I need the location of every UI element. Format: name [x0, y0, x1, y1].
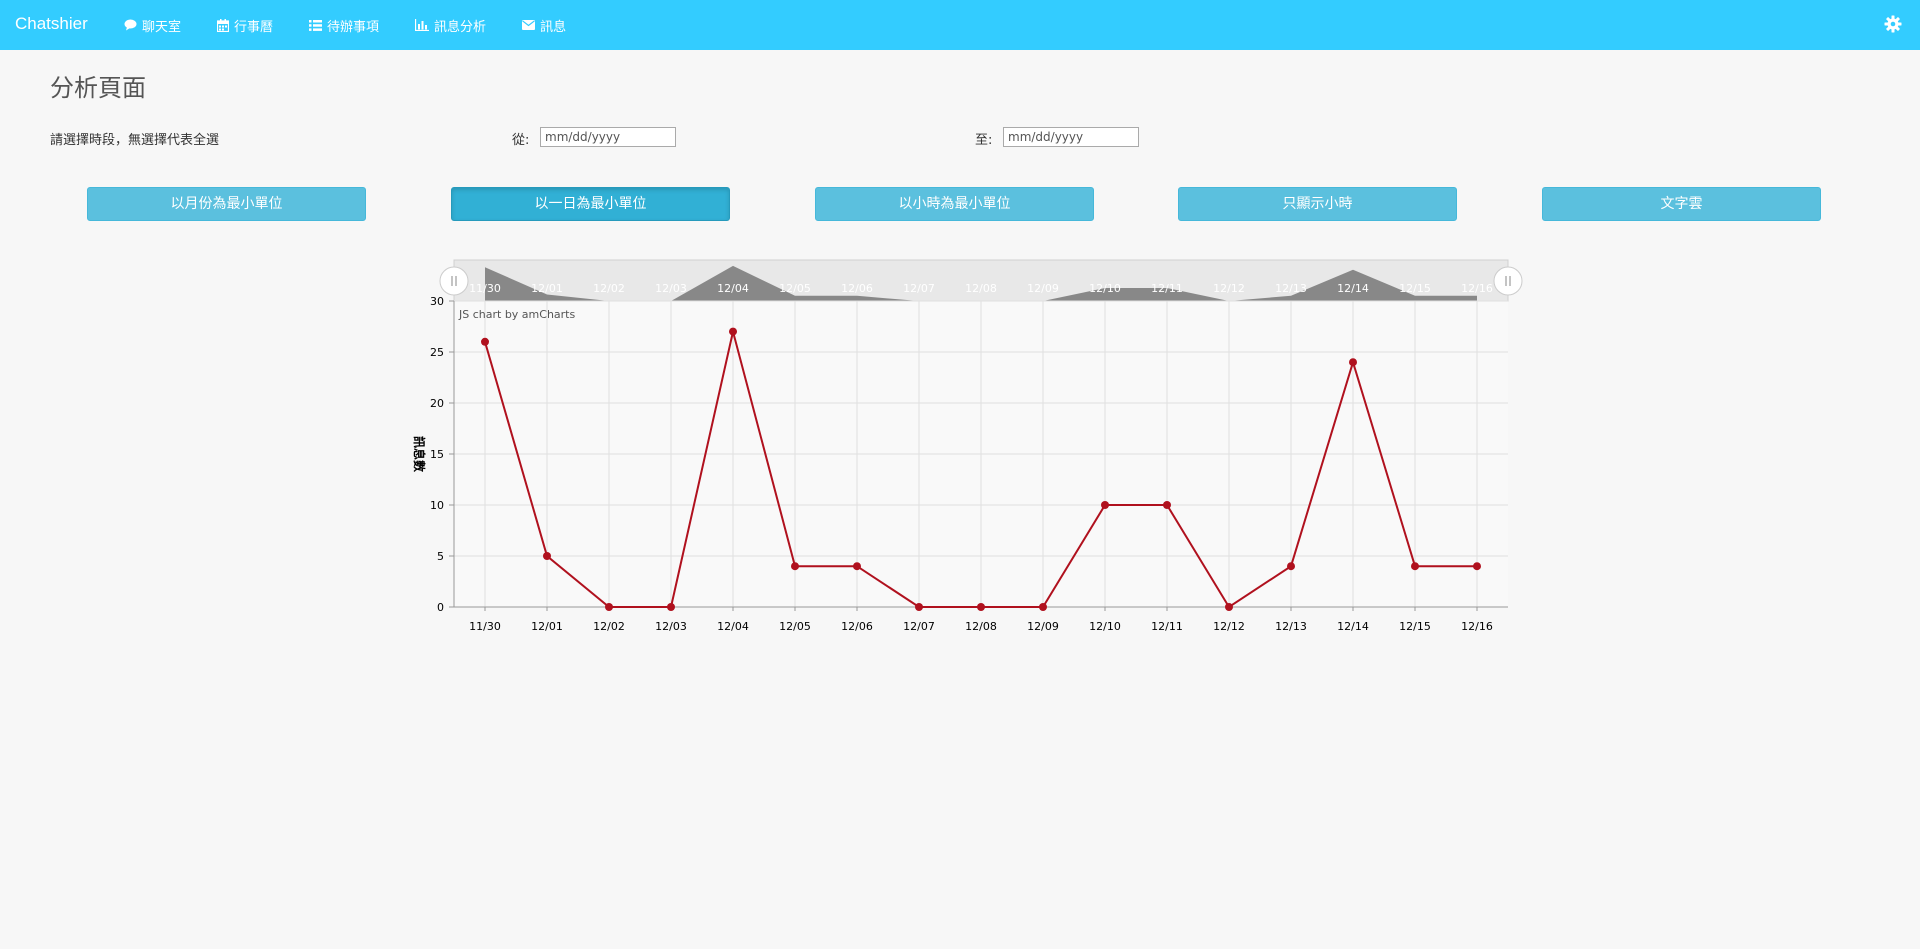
page-title: 分析頁面	[50, 74, 146, 102]
gear-icon	[1884, 15, 1902, 33]
top-navbar: Chatshier 聊天室 行事曆 待辦事項 訊息分析 訊息	[0, 0, 1920, 50]
chart-scrollbar-label: 12/02	[593, 282, 625, 295]
word-cloud-button[interactable]: 文字雲	[1542, 187, 1821, 221]
nav-item-chatroom[interactable]: 聊天室	[124, 16, 181, 35]
chart-y-tick-label: 25	[430, 346, 444, 359]
chart-data-point	[605, 603, 613, 611]
chart-credit: JS chart by amCharts	[458, 308, 575, 321]
bar-chart-icon	[415, 19, 430, 31]
chart-y-axis-title: 訊息數	[412, 436, 427, 472]
scrollbar-grip-left	[439, 266, 469, 296]
chart-data-point	[481, 337, 489, 346]
chart-data-point	[543, 552, 551, 560]
hour-unit-button[interactable]: 以小時為最小單位	[815, 187, 1094, 221]
chart-scrollbar-label: 12/04	[717, 282, 749, 295]
day-unit-button[interactable]: 以一日為最小單位	[451, 187, 730, 221]
nav-menu: 聊天室 行事曆 待辦事項 訊息分析 訊息	[124, 0, 602, 50]
chart-scrollbar-label: 12/05	[779, 282, 811, 295]
chart-scrollbar-label: 11/30	[469, 282, 501, 295]
chart-scrollbar-label: 12/10	[1089, 282, 1121, 295]
chart-x-tick-label: 12/01	[531, 620, 563, 633]
chart-x-tick-label: 12/16	[1461, 620, 1493, 633]
chart-data-point	[1225, 603, 1233, 611]
hours-only-button[interactable]: 只顯示小時	[1178, 187, 1457, 221]
chart-data-point	[1101, 501, 1109, 509]
chart-y-tick-label: 20	[430, 397, 444, 410]
brand-logo[interactable]: Chatshier	[15, 14, 88, 34]
chart-scrollbar-label: 12/14	[1337, 282, 1369, 295]
chart-x-tick-label: 12/15	[1399, 620, 1431, 633]
calendar-icon	[217, 18, 230, 32]
chart-x-tick-label: 12/08	[965, 620, 997, 633]
nav-item-label: 訊息分析	[434, 19, 487, 35]
chart-y-tick-label: 15	[430, 448, 444, 461]
chart-scrollbar-label: 12/12	[1213, 282, 1245, 295]
chart-canvas: 11/30 12/01 12/02 12/03 12/04 12/05 12/06 12/07…	[412, 259, 1523, 633]
message-chart: 11/30 12/01 12/02 12/03 12/04 12/05 12/06 12/07…	[400, 258, 1530, 638]
chart-x-tick-label: 12/12	[1213, 620, 1245, 633]
chart-x-tick-label: 12/05	[779, 620, 811, 633]
chart-scrollbar-label: 12/15	[1399, 282, 1431, 295]
from-label: 從:	[512, 133, 530, 148]
nav-item-label: 行事曆	[234, 19, 274, 35]
month-unit-button[interactable]: 以月份為最小單位	[87, 187, 366, 221]
settings-button[interactable]	[1884, 15, 1902, 37]
list-icon	[309, 19, 323, 31]
nav-item-label: 聊天室	[142, 19, 182, 35]
chart-scrollbar-label: 12/03	[655, 282, 687, 295]
chart-x-tick-label: 12/10	[1089, 620, 1121, 633]
chart-x-tick-label: 12/11	[1151, 620, 1183, 633]
chart-x-tick-label: 12/09	[1027, 620, 1059, 633]
chart-data-point	[1163, 501, 1171, 509]
chart-x-tick-label: 12/03	[655, 620, 687, 633]
chart-y-tick-label: 0	[437, 601, 444, 614]
chart-data-point	[791, 562, 799, 571]
chart-data-point	[667, 603, 675, 611]
chart-x-tick-label: 12/06	[841, 620, 873, 633]
nav-item-analysis[interactable]: 訊息分析	[415, 16, 486, 35]
chart-data-point	[1349, 358, 1357, 367]
chart-y-tick-label: 30	[430, 295, 444, 308]
chart-scrollbar-label: 12/08	[965, 282, 997, 295]
chart-scrollbar-label: 12/07	[903, 282, 935, 295]
nav-item-todo[interactable]: 待辦事項	[309, 16, 379, 35]
nav-item-messages[interactable]: 訊息	[522, 16, 566, 35]
to-label: 至:	[975, 133, 993, 148]
chart-x-tick-label: 12/14	[1337, 620, 1369, 633]
chart-x-tick-label: 12/07	[903, 620, 935, 633]
chart-data-point	[1039, 603, 1047, 611]
nav-item-label: 訊息	[540, 19, 567, 35]
scrollbar-grip-right	[1493, 266, 1523, 296]
nav-item-calendar[interactable]: 行事曆	[217, 16, 273, 35]
chart-x-tick-label: 12/02	[593, 620, 625, 633]
chart-data-point	[729, 327, 737, 336]
to-date-input[interactable]: mm/dd/yyyy	[1003, 127, 1139, 147]
date-range-hint: 請選擇時段，無選擇代表全選	[50, 133, 220, 148]
chart-data-point	[853, 562, 861, 571]
chart-scrollbar-label: 12/11	[1151, 282, 1183, 295]
chart-data-point	[1287, 562, 1295, 571]
chart-x-tick-label: 11/30	[469, 620, 501, 633]
chart-y-tick-label: 10	[430, 499, 444, 512]
chart-scrollbar-label: 12/13	[1275, 282, 1307, 295]
chart-scrollbar-label: 12/09	[1027, 282, 1059, 295]
nav-item-label: 待辦事項	[327, 19, 380, 35]
from-date-input[interactable]: mm/dd/yyyy	[540, 127, 676, 147]
chart-x-tick-label: 12/04	[717, 620, 749, 633]
chart-scrollbar-label: 12/01	[531, 282, 563, 295]
envelope-icon	[522, 20, 536, 30]
chart-y-tick-label: 5	[437, 550, 444, 563]
chart-scrollbar-label: 12/16	[1461, 282, 1493, 295]
chart-data-point	[915, 603, 923, 611]
chart-data-point	[1411, 562, 1419, 571]
comment-icon	[124, 19, 137, 31]
chart-x-tick-label: 12/13	[1275, 620, 1307, 633]
chart-data-point	[977, 603, 985, 611]
chart-scrollbar-label: 12/06	[841, 282, 873, 295]
chart-data-point	[1473, 562, 1481, 571]
